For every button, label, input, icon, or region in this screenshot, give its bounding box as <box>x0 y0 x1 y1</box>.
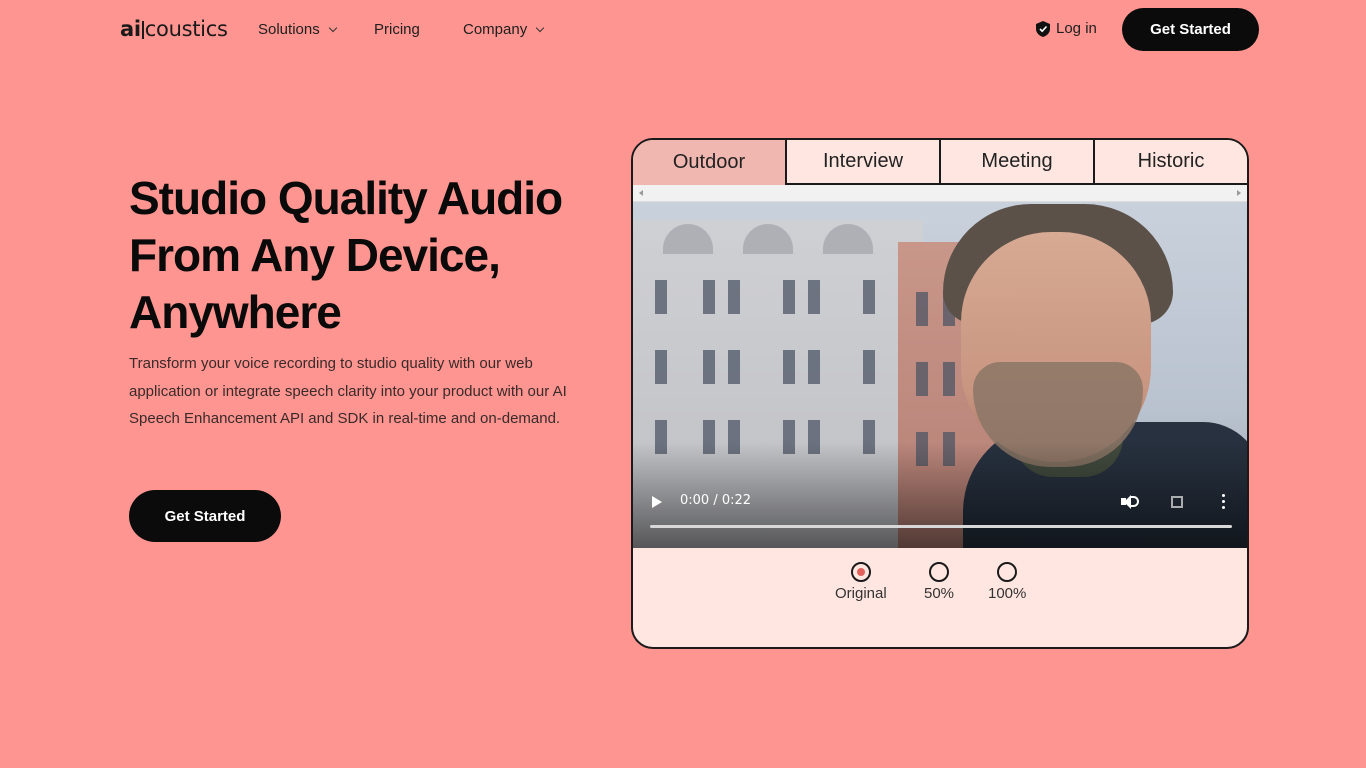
nav-company-label: Company <box>463 21 528 38</box>
nav-solutions[interactable]: Solutions <box>258 21 337 38</box>
scroll-right-icon[interactable] <box>1237 190 1241 196</box>
tab-meeting[interactable]: Meeting <box>941 140 1095 185</box>
hero-get-started-button[interactable]: Get Started <box>129 490 281 542</box>
video-controls: 0:00 / 0:22 <box>633 484 1247 548</box>
nav-pricing-label: Pricing <box>374 21 420 38</box>
tab-outdoor[interactable]: Outdoor <box>633 140 787 185</box>
more-vertical-icon[interactable] <box>1222 494 1226 510</box>
scroll-left-icon[interactable] <box>639 190 643 196</box>
hero-title-line3: Anywhere <box>129 286 342 338</box>
logo-ai: ai <box>120 17 141 41</box>
demo-tabs: Outdoor Interview Meeting Historic <box>633 140 1247 185</box>
logo[interactable]: ai coustics <box>120 17 228 41</box>
hero-title-line1: Studio Quality Audio <box>129 172 563 224</box>
option-original[interactable]: Original <box>835 562 887 602</box>
radio-50[interactable] <box>929 562 950 582</box>
fullscreen-icon[interactable] <box>1171 496 1183 508</box>
shield-icon <box>1036 20 1050 37</box>
video-progress-bar[interactable] <box>650 525 1232 528</box>
chevron-down-icon <box>328 23 337 32</box>
tab-historic[interactable]: Historic <box>1095 140 1247 185</box>
hero-title: Studio Quality Audio From Any Device, An… <box>129 170 609 341</box>
video-time: 0:00 / 0:22 <box>680 493 752 508</box>
option-original-label: Original <box>835 585 887 602</box>
hero-title-line2: From Any Device, <box>129 229 501 281</box>
volume-icon[interactable] <box>1121 494 1141 510</box>
play-icon[interactable] <box>652 496 662 508</box>
nav-solutions-label: Solutions <box>258 21 320 38</box>
tab-interview[interactable]: Interview <box>787 140 941 185</box>
hero-description: Transform your voice recording to studio… <box>129 355 567 428</box>
logo-bar <box>141 21 144 39</box>
login-label: Log in <box>1056 20 1097 37</box>
radio-100[interactable] <box>997 562 1018 582</box>
nav-company[interactable]: Company <box>463 21 545 38</box>
top-nav: ai coustics Solutions Pricing Company Log… <box>0 0 1366 60</box>
option-50-label: 50% <box>924 585 955 602</box>
nav-get-started-button[interactable]: Get Started <box>1122 8 1259 51</box>
horizontal-scrollbar[interactable] <box>633 185 1247 202</box>
video-player[interactable]: 0:00 / 0:22 <box>633 202 1247 548</box>
logo-rest: coustics <box>144 17 228 41</box>
login-link[interactable]: Log in <box>1036 20 1097 37</box>
demo-card: Outdoor Interview Meeting Historic 0:00 … <box>631 138 1249 649</box>
option-100-label: 100% <box>988 585 1027 602</box>
option-100[interactable]: 100% <box>988 562 1026 602</box>
radio-original[interactable] <box>850 562 871 582</box>
nav-pricing[interactable]: Pricing <box>374 21 420 38</box>
chevron-down-icon <box>535 23 545 32</box>
enhancement-options: Original 50% 100% <box>633 562 1247 612</box>
option-50[interactable]: 50% <box>924 562 954 602</box>
